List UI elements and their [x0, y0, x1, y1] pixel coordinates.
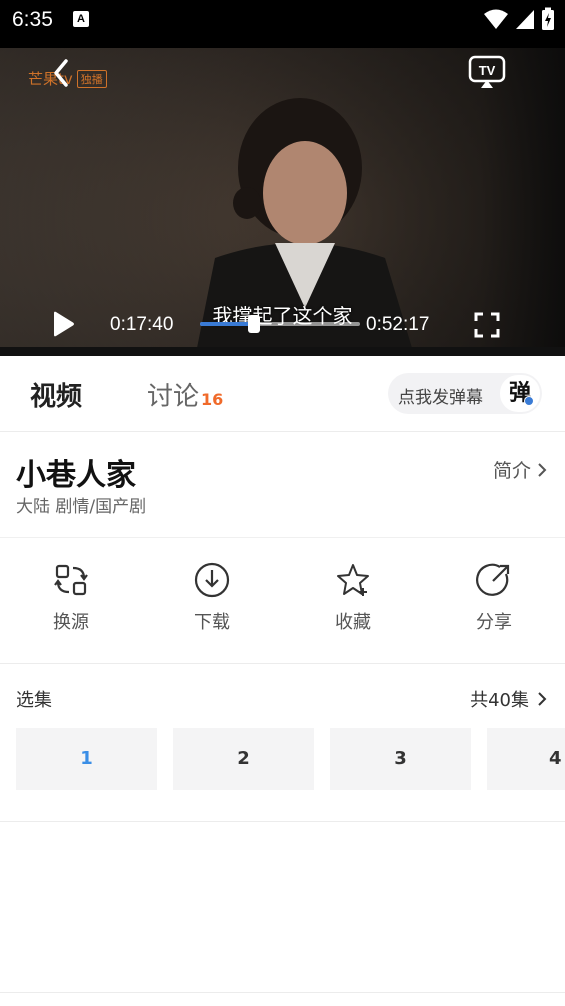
star-icon: [337, 564, 369, 596]
episode-item-4-label: 4: [549, 748, 562, 769]
danmu-icon: 弹: [500, 375, 540, 412]
episode-total-label: 共40集: [470, 690, 529, 711]
send-danmu-button[interactable]: 点我发弹幕 弹: [388, 373, 542, 414]
chevron-right-icon: [538, 462, 547, 477]
share-button[interactable]: 分享: [454, 562, 534, 634]
status-icons: [483, 6, 555, 32]
total-time: 0:52:17: [366, 314, 430, 335]
progress-fill: [200, 322, 255, 326]
tab-video[interactable]: 视频: [30, 376, 82, 413]
favorite-button[interactable]: 收藏: [313, 562, 393, 634]
tab-discussion-label: 讨论: [147, 382, 200, 412]
danmu-check-icon: [524, 396, 534, 406]
brand-badge: 独播: [76, 69, 107, 88]
tab-bar: 视频 讨论 16 点我发弹幕 弹: [0, 356, 565, 432]
bottom-divider: [0, 992, 565, 993]
discussion-count-badge: 16: [201, 390, 224, 409]
progress-thumb[interactable]: [248, 315, 261, 333]
tab-discussion[interactable]: 讨论 16: [147, 376, 223, 413]
episode-item-1[interactable]: 1: [16, 728, 157, 790]
cast-tv-icon: TV: [468, 55, 506, 88]
wifi-icon: [484, 9, 508, 29]
intro-link[interactable]: 简介: [493, 456, 547, 483]
favorite-label: 收藏: [335, 612, 371, 633]
intro-label: 简介: [492, 460, 531, 482]
signal-icon: [516, 10, 534, 29]
switch-source-button[interactable]: 换源: [31, 562, 111, 634]
download-button[interactable]: 下载: [172, 562, 252, 634]
chevron-right-icon: [538, 692, 547, 706]
play-icon[interactable]: [50, 310, 76, 338]
fullscreen-icon[interactable]: [474, 312, 500, 338]
download-icon: [194, 562, 230, 598]
cast-tv-label: TV: [479, 63, 496, 78]
all-episodes-link[interactable]: 共40集: [470, 686, 547, 712]
cast-tv-button[interactable]: TV: [467, 54, 507, 90]
send-danmu-label: 点我发弹幕: [398, 388, 483, 408]
share-icon: [476, 563, 510, 596]
status-time: 6:35: [12, 8, 53, 31]
video-bottom-bar: [0, 347, 565, 356]
show-title: 小巷人家: [16, 458, 136, 493]
show-info: 小巷人家 大陆 剧情/国产剧 简介: [0, 432, 565, 538]
episode-item-3[interactable]: 3: [330, 728, 471, 790]
switch-source-label: 换源: [53, 612, 89, 633]
notification-icon: A: [73, 11, 89, 27]
tab-video-label: 视频: [30, 382, 83, 412]
current-time: 0:17:40: [110, 314, 174, 335]
video-player[interactable]: 芒果tv 独播 TV 我撑起了这个家 0:17:40 0:52:17: [0, 48, 565, 356]
episode-selector: 选集 共40集 1 2 3 4: [0, 664, 565, 822]
back-arrow-icon[interactable]: [48, 56, 76, 90]
switch-source-icon: [54, 564, 88, 596]
episode-header: 选集: [16, 690, 52, 711]
episode-item-2[interactable]: 2: [173, 728, 314, 790]
episode-item-4[interactable]: 4: [487, 728, 565, 790]
status-bar: 6:35 A: [0, 0, 565, 48]
share-label: 分享: [476, 612, 512, 633]
download-label: 下载: [194, 612, 230, 633]
battery-icon: [542, 7, 554, 30]
show-meta: 大陆 剧情/国产剧: [16, 497, 147, 517]
action-row: 换源 下载 收藏 分享: [0, 538, 565, 664]
progress-bar[interactable]: [200, 315, 360, 333]
